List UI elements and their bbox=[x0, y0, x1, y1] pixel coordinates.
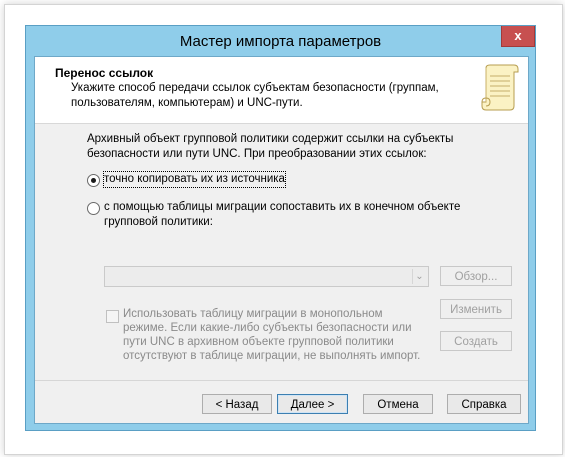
option-map-label[interactable]: с помощью таблицы миграции сопоставить и… bbox=[104, 200, 517, 230]
next-button[interactable]: Далее > bbox=[277, 394, 348, 414]
help-button[interactable]: Справка bbox=[447, 394, 521, 414]
exclusive-mode-label[interactable]: Использовать таблицу миграции в монополь… bbox=[123, 307, 423, 363]
page-subtitle: Укажите способ передачи ссылок субъектам… bbox=[71, 82, 439, 109]
title-bar[interactable]: Мастер импорта параметров x bbox=[26, 26, 535, 55]
back-button[interactable]: < Назад bbox=[202, 394, 272, 414]
edit-button[interactable]: Изменить bbox=[440, 299, 512, 319]
footer-divider bbox=[35, 380, 528, 381]
close-button[interactable]: x bbox=[501, 26, 535, 47]
browse-button[interactable]: Обзор... bbox=[440, 266, 512, 286]
exclusive-mode-checkbox[interactable] bbox=[106, 310, 119, 323]
wizard-header: Перенос ссылок Укажите способ передачи с… bbox=[35, 57, 528, 124]
option-map-row[interactable]: с помощью таблицы миграции сопоставить и… bbox=[87, 200, 517, 230]
description-text: Архивный объект групповой политики содер… bbox=[87, 133, 454, 160]
window-title: Мастер импорта параметров bbox=[179, 33, 382, 50]
create-button[interactable]: Создать bbox=[440, 331, 512, 351]
page-title: Перенос ссылок bbox=[55, 66, 154, 80]
cancel-button[interactable]: Отмена bbox=[363, 394, 433, 414]
wizard-window: Мастер импорта параметров x Перенос ссыл… bbox=[25, 25, 536, 431]
option-copy-label[interactable]: точно копировать их из источника bbox=[103, 171, 286, 188]
wizard-client-area: Перенос ссылок Укажите способ передачи с… bbox=[34, 56, 529, 424]
option-copy-radio[interactable] bbox=[87, 174, 100, 187]
option-map-radio[interactable] bbox=[87, 202, 100, 215]
migration-table-combo[interactable]: ⌄ bbox=[104, 266, 429, 287]
option-copy-row[interactable]: точно копировать их из источника bbox=[87, 171, 286, 188]
chevron-down-icon[interactable]: ⌄ bbox=[412, 269, 426, 284]
scroll-icon bbox=[481, 64, 519, 111]
